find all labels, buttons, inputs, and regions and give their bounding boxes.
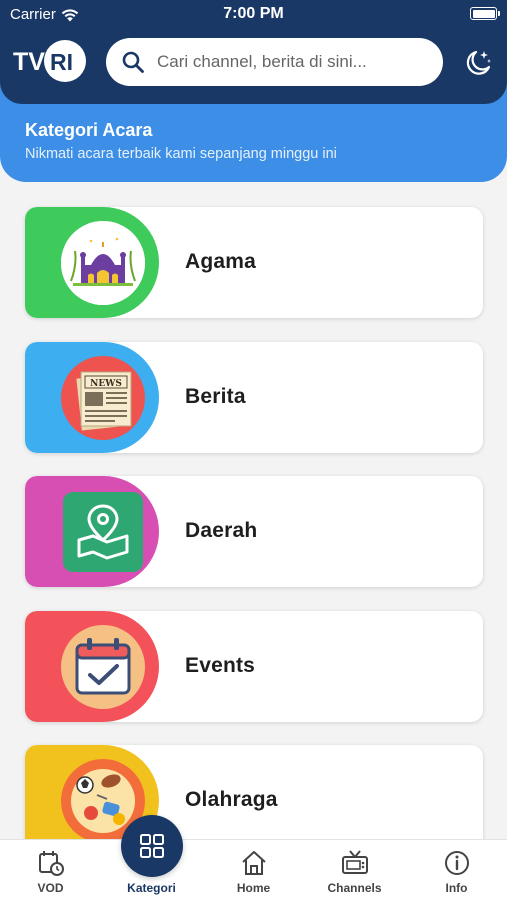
nav-label: Kategori xyxy=(127,881,176,895)
tvri-logo[interactable]: TV RI xyxy=(13,40,88,82)
app-header: TV RI xyxy=(0,28,507,104)
section-title: Kategori Acara xyxy=(25,120,153,140)
kategori-fab-button[interactable] xyxy=(121,815,183,877)
svg-text:NEWS: NEWS xyxy=(90,379,122,389)
nav-label: Info xyxy=(445,881,468,895)
search-bar[interactable] xyxy=(106,38,443,86)
category-label: Events xyxy=(185,653,256,677)
newspaper-icon: NEWS xyxy=(61,355,145,440)
battery-icon xyxy=(470,7,500,20)
search-input[interactable] xyxy=(157,52,407,72)
category-label: Daerah xyxy=(185,519,258,542)
info-icon xyxy=(444,851,469,875)
category-list: Agama NEWS Berita Daerah Events Olahraga xyxy=(25,207,483,880)
bottom-navigation: VOD Kategori Home Channels Info xyxy=(0,839,507,900)
mosque-icon xyxy=(61,221,145,305)
grid-icon xyxy=(140,834,164,858)
calendar-check-icon xyxy=(61,624,145,709)
nav-item-vod[interactable]: VOD xyxy=(0,840,101,900)
home-icon xyxy=(241,851,266,875)
nav-item-info[interactable]: Info xyxy=(406,840,507,900)
status-bar: Carrier 7:00 PM xyxy=(0,0,507,28)
category-label: Agama xyxy=(185,250,257,273)
nav-label: Home xyxy=(236,881,271,895)
nav-label: VOD xyxy=(37,881,64,895)
category-card-agama[interactable]: Agama xyxy=(25,207,483,318)
tv-icon xyxy=(341,850,368,874)
svg-text:TV: TV xyxy=(13,48,45,76)
nav-item-home[interactable]: Home xyxy=(203,840,304,900)
category-card-events[interactable]: Events xyxy=(25,610,483,722)
vod-clock-icon xyxy=(38,851,64,876)
category-label: Olahraga xyxy=(185,788,278,811)
category-label: Berita xyxy=(185,384,246,408)
map-pin-icon xyxy=(61,490,145,574)
category-card-berita[interactable]: NEWS Berita xyxy=(25,341,483,453)
section-subtitle: Nikmati acara terbaik kami sepanjang min… xyxy=(25,146,337,162)
category-card-daerah[interactable]: Daerah xyxy=(25,476,483,587)
clock: 7:00 PM xyxy=(223,5,284,22)
search-icon xyxy=(122,51,144,73)
nav-item-channels[interactable]: Channels xyxy=(304,840,405,900)
svg-text:RI: RI xyxy=(50,49,73,75)
moon-stars-icon[interactable] xyxy=(463,48,493,78)
nav-label: Channels xyxy=(327,881,382,895)
